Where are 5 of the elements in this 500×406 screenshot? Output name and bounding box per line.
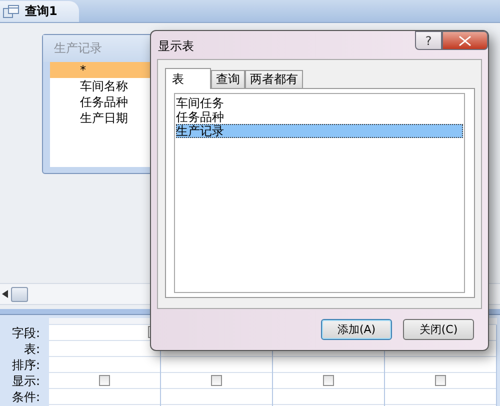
row-label: 条件: [10, 389, 41, 405]
row-label: 表: [22, 341, 41, 357]
row-label: 字段: [10, 325, 41, 341]
row-label: 显示: [10, 373, 41, 389]
row-label: 排序: [10, 357, 41, 373]
